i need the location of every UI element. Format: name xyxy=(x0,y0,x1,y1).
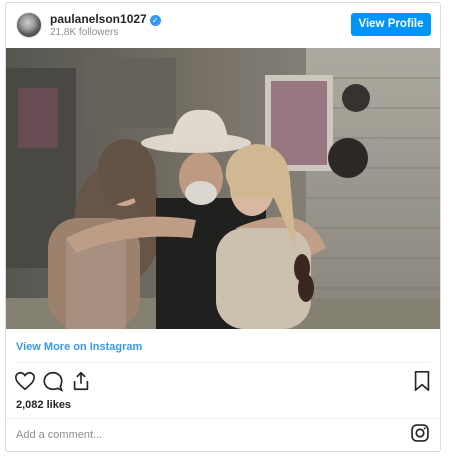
comment-icon[interactable] xyxy=(42,370,64,397)
instagram-logo-icon[interactable] xyxy=(410,423,430,448)
comment-input[interactable]: Add a comment... xyxy=(16,429,102,441)
action-bar xyxy=(6,368,440,394)
likes-count: 2,082 likes xyxy=(16,399,72,411)
instagram-embed: paulanelson1027 ✓ 21.8K followers View Pr… xyxy=(5,2,441,452)
avatar[interactable] xyxy=(16,12,42,38)
bookmark-icon[interactable] xyxy=(412,370,432,397)
divider xyxy=(16,362,430,363)
post-header: paulanelson1027 ✓ 21.8K followers View Pr… xyxy=(6,3,440,47)
username-row[interactable]: paulanelson1027 ✓ xyxy=(50,12,161,26)
photo-image xyxy=(6,48,440,329)
followers-count: 21.8K followers xyxy=(50,27,119,38)
verified-badge-icon: ✓ xyxy=(149,15,161,26)
heart-icon[interactable] xyxy=(14,370,36,397)
post-photo[interactable] xyxy=(6,48,440,329)
username[interactable]: paulanelson1027 xyxy=(50,12,147,26)
view-profile-button[interactable]: View Profile xyxy=(351,13,431,36)
share-icon[interactable] xyxy=(70,370,92,397)
view-more-link[interactable]: View More on Instagram xyxy=(16,341,142,353)
divider xyxy=(6,418,440,419)
